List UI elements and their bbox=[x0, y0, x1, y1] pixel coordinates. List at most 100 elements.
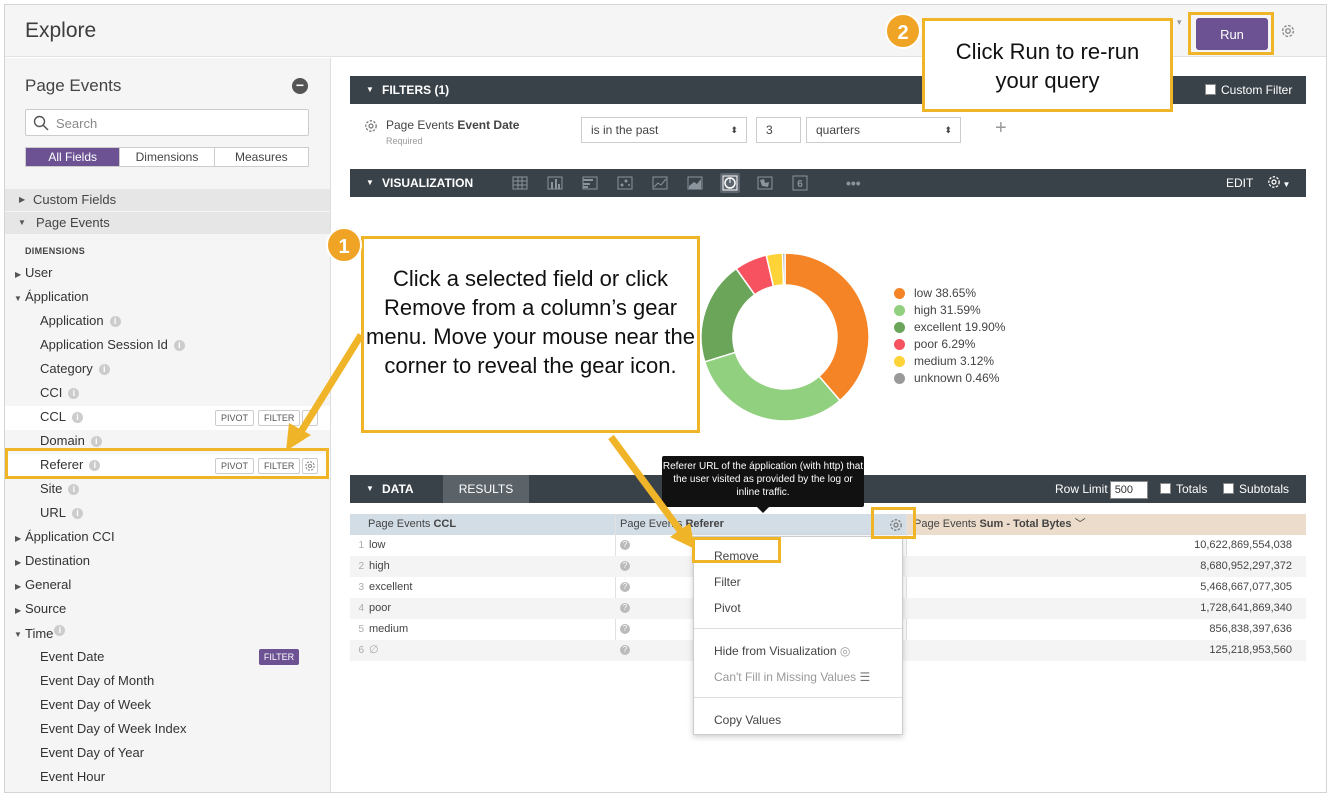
filter-unit-select[interactable]: quarters ⬍ bbox=[806, 117, 961, 143]
field-ccl[interactable]: CCL i bbox=[40, 409, 84, 424]
eye-slash-icon: ◎ bbox=[839, 644, 851, 658]
field-event-day-of-year[interactable]: Event Day of Year bbox=[40, 745, 144, 760]
gear-icon[interactable] bbox=[1266, 174, 1282, 190]
collapse-triangle-icon[interactable]: ▼ bbox=[366, 169, 374, 197]
map-icon[interactable] bbox=[755, 173, 775, 193]
menu-item-hide-from-visualization[interactable]: Hide from Visualization ◎ bbox=[714, 644, 850, 658]
pie-slice-low[interactable] bbox=[784, 252, 870, 402]
filter-operator-select[interactable]: is in the past ⬍ bbox=[581, 117, 747, 143]
field-cci[interactable]: CCI i bbox=[40, 385, 80, 400]
info-icon[interactable]: i bbox=[72, 412, 84, 423]
menu-item-pivot[interactable]: Pivot bbox=[714, 601, 741, 615]
info-icon[interactable]: i bbox=[90, 436, 102, 447]
info-icon[interactable]: i bbox=[98, 364, 110, 375]
menu-item-filter[interactable]: Filter bbox=[714, 575, 741, 589]
tab-dimensions[interactable]: Dimensions bbox=[119, 148, 213, 166]
scatter-chart-icon[interactable] bbox=[615, 173, 635, 193]
gear-icon[interactable] bbox=[1279, 22, 1297, 40]
field-event-day-of-month[interactable]: Event Day of Month bbox=[40, 673, 154, 688]
view-name: Page Events bbox=[368, 518, 431, 530]
edit-button[interactable]: EDIT ▼ bbox=[1226, 169, 1290, 199]
add-filter-icon[interactable]: + bbox=[995, 117, 1007, 140]
field-tooltip: Referer URL of the ápplication (with htt… bbox=[662, 456, 864, 513]
custom-filter-toggle[interactable]: Custom Filter bbox=[1205, 76, 1292, 104]
caret-down-icon[interactable]: ▾ bbox=[1177, 17, 1182, 28]
sort-chevron-icon[interactable]: ﹀ bbox=[1075, 518, 1086, 530]
column-chart-icon[interactable] bbox=[545, 173, 565, 193]
field-group-general[interactable]: General bbox=[25, 577, 71, 592]
line-chart-icon[interactable] bbox=[650, 173, 670, 193]
gear-icon[interactable] bbox=[302, 410, 318, 426]
group-label: Custom Fields bbox=[33, 192, 117, 207]
field-application[interactable]: Application i bbox=[40, 313, 121, 328]
field-category[interactable]: Category i bbox=[40, 361, 110, 376]
group-page-events[interactable]: ▼ Page Events bbox=[5, 212, 330, 234]
info-icon[interactable]: i bbox=[54, 625, 66, 636]
pie-slice-high[interactable] bbox=[703, 351, 842, 422]
legend-item-poor[interactable]: poor 6.29% bbox=[894, 336, 1005, 353]
pie-chart-icon[interactable] bbox=[720, 173, 740, 193]
search-input[interactable] bbox=[56, 114, 296, 132]
field-group-destination[interactable]: Destination bbox=[25, 553, 90, 568]
field-group-source[interactable]: Source bbox=[25, 601, 66, 616]
field-application-session-id[interactable]: Application Session Id i bbox=[40, 337, 185, 352]
checkbox[interactable] bbox=[1160, 483, 1171, 494]
more-icon[interactable]: ••• bbox=[846, 169, 861, 197]
row-limit-input[interactable]: 500 bbox=[1109, 480, 1148, 499]
info-icon[interactable]: i bbox=[109, 316, 121, 327]
page-title: Explore bbox=[25, 19, 97, 42]
tab-all-fields[interactable]: All Fields bbox=[26, 148, 120, 166]
field-ccl-row[interactable]: CCL i PIVOT FILTER bbox=[5, 406, 330, 430]
legend-item-high[interactable]: high 31.59% bbox=[894, 302, 1005, 319]
field-event-day-of-week[interactable]: Event Day of Week bbox=[40, 697, 151, 712]
field-tabs: All Fields Dimensions Measures bbox=[25, 147, 309, 167]
totals-toggle[interactable]: Totals bbox=[1160, 475, 1207, 503]
column-header-ccl[interactable]: Page Events CCL bbox=[350, 514, 615, 535]
table-icon[interactable] bbox=[510, 173, 530, 193]
legend-item-unknown[interactable]: unknown 0.46% bbox=[894, 370, 1005, 387]
field-domain[interactable]: Domain i bbox=[40, 433, 102, 448]
field-event-hour[interactable]: Event Hour bbox=[40, 769, 105, 784]
field-label: Application bbox=[40, 313, 104, 328]
single-value-icon[interactable]: 6 bbox=[790, 173, 810, 193]
collapse-icon[interactable]: − bbox=[292, 78, 308, 94]
visualization-bar[interactable]: ▼ VISUALIZATION 6 ••• EDIT ▼ bbox=[350, 169, 1306, 197]
checkbox[interactable] bbox=[1223, 483, 1234, 494]
column-header-total-bytes[interactable]: Page Events Sum - Total Bytes ﹀ bbox=[906, 514, 1306, 535]
field-group-time[interactable]: Time i bbox=[25, 625, 66, 641]
gear-icon[interactable] bbox=[363, 118, 379, 134]
legend-item-medium[interactable]: medium 3.12% bbox=[894, 353, 1005, 370]
bar-chart-icon[interactable] bbox=[580, 173, 600, 193]
group-custom-fields[interactable]: ▶ Custom Fields bbox=[5, 189, 330, 211]
field-group-application[interactable]: Ápplication bbox=[25, 289, 89, 304]
field-url[interactable]: URL i bbox=[40, 505, 84, 520]
area-chart-icon[interactable] bbox=[685, 173, 705, 193]
tab-measures[interactable]: Measures bbox=[213, 148, 308, 166]
field-group-user[interactable]: User bbox=[25, 265, 52, 280]
field-site[interactable]: Site i bbox=[40, 481, 80, 496]
info-icon[interactable]: i bbox=[72, 508, 84, 519]
legend-item-low[interactable]: low 38.65% bbox=[894, 285, 1005, 302]
menu-item-copy-values[interactable]: Copy Values bbox=[714, 713, 781, 727]
filter-button[interactable]: FILTER bbox=[258, 410, 301, 426]
filter-field-name: Page Events Event Date bbox=[386, 118, 519, 132]
tab-results[interactable]: RESULTS bbox=[443, 475, 529, 503]
collapse-triangle-icon[interactable]: ▼ bbox=[366, 475, 374, 503]
filter-badge[interactable]: FILTER bbox=[259, 649, 299, 665]
field-event-day-of-week-index[interactable]: Event Day of Week Index bbox=[40, 721, 186, 736]
filter-value-input[interactable]: 3 bbox=[756, 117, 801, 143]
info-icon[interactable]: i bbox=[68, 388, 80, 399]
chevron-down-icon[interactable]: ▼ bbox=[1282, 180, 1290, 189]
collapse-triangle-icon[interactable]: ▼ bbox=[366, 76, 374, 104]
field-group-application-cci[interactable]: Ápplication CCI bbox=[25, 529, 115, 544]
field-event-date[interactable]: Event Date bbox=[40, 649, 104, 664]
pivot-button[interactable]: PIVOT bbox=[215, 410, 255, 426]
subtotals-toggle[interactable]: Subtotals bbox=[1223, 475, 1289, 503]
info-icon[interactable]: i bbox=[173, 340, 185, 351]
checkbox[interactable] bbox=[1205, 84, 1216, 95]
column-header-referer[interactable]: Page Events Referer bbox=[615, 514, 906, 535]
pie-slice-unknown[interactable] bbox=[781, 252, 786, 286]
info-icon[interactable]: i bbox=[68, 484, 80, 495]
legend-item-excellent[interactable]: excellent 19.90% bbox=[894, 319, 1005, 336]
field-picker: Page Events − All Fields Dimensions Meas… bbox=[5, 58, 331, 792]
